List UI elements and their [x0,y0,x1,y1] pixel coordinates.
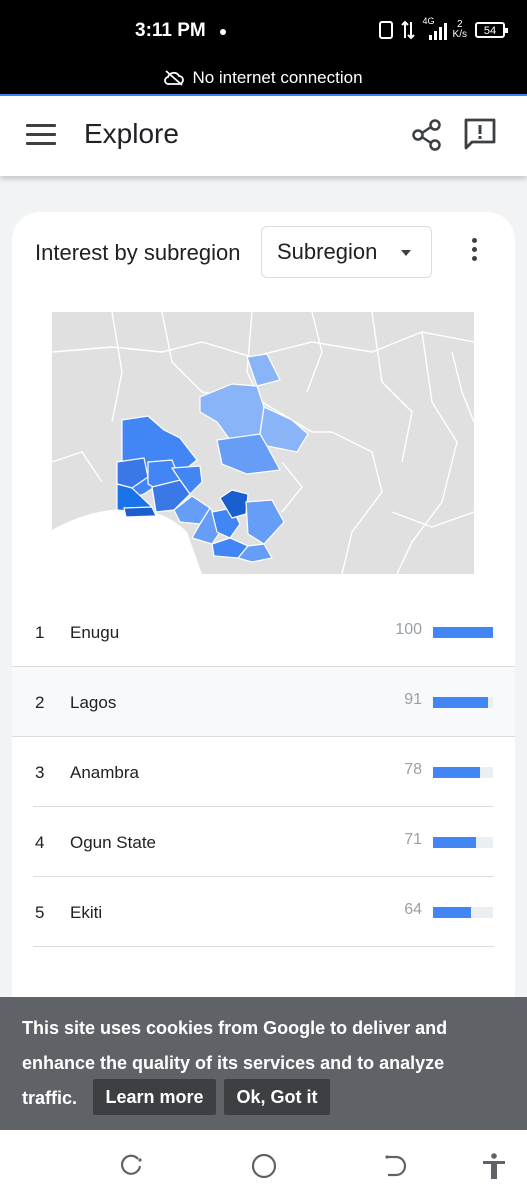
ranking-value: 64 [404,901,422,918]
ranking-bar-track [433,697,493,708]
network-speed-unit: K/s [452,29,467,40]
ranking-row[interactable]: 5 Ekiti 64 [12,877,515,947]
ranking-value: 100 [395,621,422,638]
accessibility-icon[interactable] [480,1152,508,1180]
dropdown-value: Subregion [277,239,378,264]
connection-banner: No internet connection [0,68,527,88]
ranking-row[interactable]: 4 Ogun State 71 [12,807,515,877]
status-icons: 4G 2 K/s 54 [378,16,508,40]
ranking-row[interactable]: 1 Enugu 100 [12,597,515,667]
vibrate-icon [378,21,393,39]
more-vert-icon[interactable] [464,238,484,270]
signal-icon: 4G [423,16,447,40]
ranking-name: Lagos [70,693,117,712]
ranking-name: Enugu [70,623,120,642]
menu-icon[interactable] [26,124,56,148]
learn-more-button[interactable]: Learn more [93,1079,216,1115]
chevron-down-icon [401,250,411,256]
ranking-rank: 3 [35,763,45,782]
ranking-value: 91 [404,691,422,708]
feedback-icon[interactable] [462,116,498,152]
ranking-bar-fill [433,767,480,778]
row-divider [33,946,494,947]
ranking-name: Ogun State [70,833,157,852]
ranking-bar-track [433,907,493,918]
ranking-bar-track [433,767,493,778]
nigeria-map[interactable] [52,312,474,574]
notification-dot [220,29,226,35]
network-speed: 2 K/s [453,20,467,40]
card-title: Interest by subregion [35,240,241,265]
cloud-off-icon [164,70,185,86]
back-icon[interactable] [382,1152,410,1180]
page-title: Explore [84,118,179,149]
app-bar: Explore [0,96,527,176]
ranking-list: 1 Enugu 100 2 Lagos 91 3 Anambra 78 4 Ogun State 71… [12,597,515,947]
interest-card: Interest by subregion Subregion 1 Enugu … [12,212,515,1012]
ranking-bar-fill [433,907,472,918]
status-bar: 3:11 PM 4G 2 K/s 54 No internet connecti… [0,0,527,95]
ranking-rank: 1 [35,623,45,642]
status-time: 3:11 PM [135,20,206,41]
ranking-bar-fill [433,627,493,638]
ranking-value: 78 [404,761,422,778]
ranking-row[interactable]: 3 Anambra 78 [12,737,515,807]
ranking-rank: 2 [35,693,45,712]
ranking-name: Ekiti [70,903,103,922]
battery-icon: 54 [475,22,508,38]
cookie-banner: This site uses cookies from Google to de… [0,997,527,1130]
ranking-row[interactable]: 2 Lagos 91 [12,667,515,737]
ranking-bar-track [433,627,493,638]
ranking-name: Anambra [70,763,139,782]
ranking-bar-fill [433,697,488,708]
ranking-bar-track [433,837,493,848]
share-icon[interactable] [410,118,444,152]
ok-got-it-button[interactable]: Ok, Got it [224,1079,330,1115]
battery-level: 54 [483,25,497,37]
subregion-dropdown[interactable]: Subregion [261,226,432,278]
ranking-rank: 5 [35,903,45,922]
ranking-rank: 4 [35,833,45,852]
region-lagos [123,506,157,518]
ranking-value: 71 [404,831,422,848]
system-nav-bar [0,1130,527,1200]
ranking-bar-fill [433,837,476,848]
recents-icon[interactable] [118,1152,146,1180]
home-icon[interactable] [250,1152,278,1180]
connection-message: No internet connection [192,68,363,87]
data-arrows-icon [400,20,415,40]
